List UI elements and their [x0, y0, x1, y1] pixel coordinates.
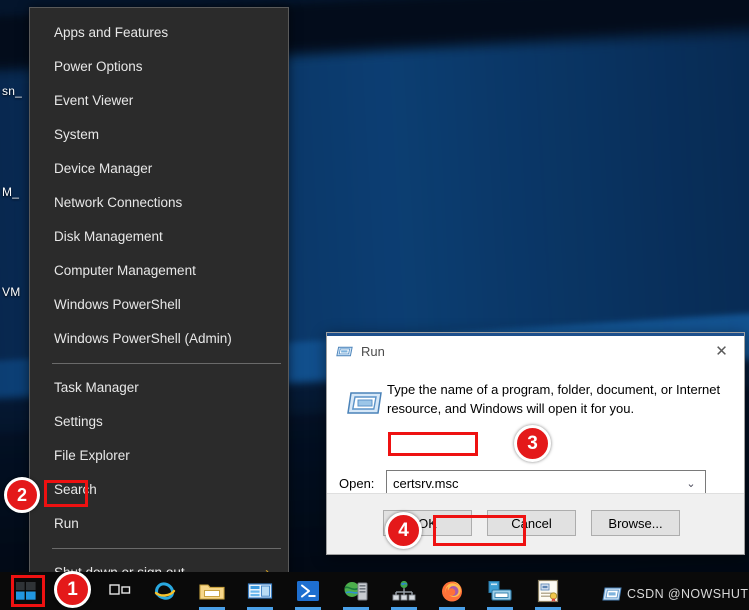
- winx-item-apps-and-features[interactable]: Apps and Features: [30, 16, 288, 50]
- printer-icon: [488, 581, 512, 601]
- winx-item-label: Windows PowerShell: [54, 297, 181, 312]
- winx-item-label: System: [54, 127, 100, 142]
- winx-item-label: Computer Management: [54, 263, 196, 278]
- server-manager-icon: [247, 583, 273, 599]
- winx-item-label: Search: [54, 482, 97, 497]
- run-program-icon: [347, 392, 382, 414]
- dialog-description: Type the name of a program, folder, docu…: [387, 382, 721, 416]
- winx-item-label: Network Connections: [54, 195, 183, 210]
- menu-separator: [52, 363, 281, 364]
- screen: sn_ M_ VM Apps and Features Power Option…: [0, 0, 749, 610]
- cancel-button[interactable]: Cancel: [487, 510, 576, 536]
- watermark-text: CSDN @NOWSHUT: [627, 587, 749, 601]
- winx-item-device-manager[interactable]: Device Manager: [30, 152, 288, 186]
- certificate-authority-button[interactable]: [528, 572, 568, 610]
- close-icon[interactable]: ✕: [699, 336, 744, 366]
- taskbar: CSDN @NOWSHUT: [0, 572, 749, 610]
- certificate-icon: [537, 579, 559, 603]
- winx-item-search[interactable]: Search: [30, 473, 288, 507]
- winx-item-settings[interactable]: Settings: [30, 405, 288, 439]
- internet-explorer-button[interactable]: [145, 572, 185, 610]
- winx-power-user-menu: Apps and Features Power Options Event Vi…: [29, 7, 289, 610]
- run-app-icon: [336, 346, 353, 356]
- network-server-icon: [344, 582, 368, 601]
- winx-item-label: File Explorer: [54, 448, 130, 463]
- winx-item-label: Device Manager: [54, 161, 153, 176]
- menu-separator: [52, 548, 281, 549]
- desktop-icon-label: VM: [2, 285, 21, 299]
- winx-item-task-manager[interactable]: Task Manager: [30, 371, 288, 405]
- winx-item-disk-management[interactable]: Disk Management: [30, 220, 288, 254]
- file-explorer-button[interactable]: [192, 572, 232, 610]
- winx-item-label: Event Viewer: [54, 93, 134, 108]
- task-view-icon: [109, 584, 131, 595]
- taskbar-watermark: CSDN @NOWSHUT: [602, 586, 748, 602]
- desktop-icon-label: M_: [2, 185, 20, 199]
- internet-explorer-icon: [154, 582, 176, 600]
- folder-icon: [199, 584, 225, 600]
- winx-item-label: Windows PowerShell (Admin): [54, 331, 232, 346]
- printer-management-button[interactable]: [480, 572, 520, 610]
- desktop-icon-label: sn_: [2, 84, 22, 98]
- windows-powershell-button[interactable]: [288, 572, 328, 610]
- winx-item-file-explorer[interactable]: File Explorer: [30, 439, 288, 473]
- callout-badge-3: 3: [514, 425, 551, 462]
- open-label: Open:: [339, 476, 375, 491]
- winx-item-label: Apps and Features: [54, 25, 169, 40]
- winx-item-label: Power Options: [54, 59, 143, 74]
- task-view-button[interactable]: [100, 572, 140, 610]
- start-button[interactable]: [6, 572, 46, 610]
- winx-item-label: Task Manager: [54, 380, 139, 395]
- csdn-logo-icon: [602, 587, 622, 601]
- firefox-button[interactable]: [432, 572, 472, 610]
- powershell-icon: [297, 581, 319, 601]
- browse-button[interactable]: Browse...: [591, 510, 680, 536]
- winx-item-event-viewer[interactable]: Event Viewer: [30, 84, 288, 118]
- dialog-title: Run: [361, 343, 385, 359]
- winx-item-power-options[interactable]: Power Options: [30, 50, 288, 84]
- winx-item-label: Settings: [54, 414, 103, 429]
- windows-logo-icon: [16, 582, 36, 600]
- winx-item-run[interactable]: Run: [30, 507, 288, 541]
- winx-item-computer-management[interactable]: Computer Management: [30, 254, 288, 288]
- winx-item-windows-powershell[interactable]: Windows PowerShell: [30, 288, 288, 322]
- callout-badge-1: 1: [54, 571, 91, 608]
- winx-item-system[interactable]: System: [30, 118, 288, 152]
- dialog-title-bar[interactable]: Run ✕: [327, 336, 744, 366]
- active-directory-icon: [392, 580, 416, 601]
- active-directory-button[interactable]: [384, 572, 424, 610]
- callout-badge-4: 4: [385, 512, 422, 549]
- callout-badge-2: 2: [4, 477, 40, 513]
- firefox-icon: [442, 581, 462, 602]
- server-manager-button[interactable]: [240, 572, 280, 610]
- winx-item-label: Run: [54, 516, 79, 531]
- winx-item-label: Disk Management: [54, 229, 163, 244]
- winx-item-windows-powershell-admin[interactable]: Windows PowerShell (Admin): [30, 322, 288, 356]
- network-server-button[interactable]: [336, 572, 376, 610]
- winx-item-network-connections[interactable]: Network Connections: [30, 186, 288, 220]
